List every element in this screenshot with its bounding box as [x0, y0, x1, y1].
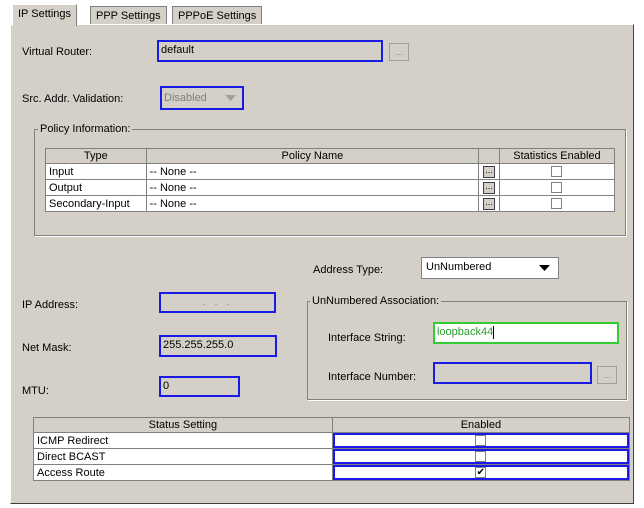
table-row[interactable]: Input -- None -- ...	[45, 163, 616, 180]
tab-ip-settings[interactable]: IP Settings	[12, 4, 77, 26]
net-mask-label: Net Mask:	[22, 342, 72, 354]
table-row[interactable]: Direct BCAST	[33, 448, 631, 465]
direct-bcast-checkbox[interactable]	[475, 451, 487, 462]
policy-browse-button[interactable]: ...	[483, 165, 496, 178]
policy-col-name: Policy Name	[145, 148, 480, 164]
status-setting-name: Direct BCAST	[33, 448, 333, 465]
ip-address-label: IP Address:	[22, 299, 79, 311]
table-row[interactable]: ICMP Redirect	[33, 432, 631, 449]
policy-browse-button[interactable]: ...	[483, 181, 496, 194]
policy-col-stats: Statistics Enabled	[498, 148, 616, 164]
table-row[interactable]: Secondary-Input -- None -- ...	[45, 195, 616, 212]
unnumbered-association-group	[307, 301, 627, 400]
policy-name-cell[interactable]: -- None --	[145, 195, 480, 212]
virtual-router-label: Virtual Router:	[22, 46, 93, 58]
icmp-redirect-checkbox[interactable]	[475, 435, 487, 446]
table-row[interactable]: Output -- None -- ...	[45, 179, 616, 196]
text-cursor	[493, 325, 495, 339]
interface-string-field[interactable]: loopback44	[433, 322, 619, 344]
policy-information-title: Policy Information:	[38, 122, 133, 136]
status-table: Status Setting Enabled ICMP Redirect Dir…	[33, 417, 631, 481]
policy-type-cell: Secondary-Input	[45, 195, 147, 212]
status-col-setting: Status Setting	[33, 417, 333, 433]
address-type-value: UnNumbered	[426, 261, 492, 273]
interface-string-value: loopback44	[437, 326, 494, 338]
policy-table-container: Type Policy Name Statistics Enabled Inpu…	[45, 148, 616, 212]
table-row[interactable]: Access Route ✔	[33, 464, 631, 481]
chevron-down-icon	[225, 95, 236, 101]
address-type-label: Address Type:	[313, 264, 384, 276]
address-type-select[interactable]: UnNumbered	[421, 257, 559, 279]
statistics-enabled-checkbox[interactable]	[551, 198, 563, 210]
policy-name-cell[interactable]: -- None --	[145, 179, 480, 196]
interface-number-label: Interface Number:	[328, 371, 417, 383]
policy-name-cell[interactable]: -- None --	[145, 163, 480, 180]
status-col-enabled: Enabled	[331, 417, 631, 433]
virtual-router-field[interactable]: default	[157, 40, 383, 62]
tab-ppp-settings[interactable]: PPP Settings	[90, 6, 167, 26]
interface-string-label: Interface String:	[328, 332, 406, 344]
policy-table: Type Policy Name Statistics Enabled Inpu…	[45, 148, 616, 212]
mtu-field[interactable]: 0	[159, 376, 240, 397]
statistics-enabled-checkbox[interactable]	[551, 182, 563, 194]
interface-number-browse-button[interactable]: ...	[597, 366, 617, 384]
net-mask-field[interactable]: 255.255.255.0	[159, 335, 277, 357]
status-setting-name: ICMP Redirect	[33, 432, 333, 449]
policy-col-btn	[478, 148, 500, 164]
mtu-label: MTU:	[22, 385, 49, 397]
access-route-checkbox[interactable]: ✔	[475, 467, 487, 478]
status-table-container: Status Setting Enabled ICMP Redirect Dir…	[33, 417, 631, 481]
policy-type-cell: Input	[45, 163, 147, 180]
unnumbered-association-title: UnNumbered Association:	[310, 294, 442, 308]
ip-address-field[interactable]: . . .	[159, 292, 276, 313]
src-addr-validation-label: Src. Addr. Validation:	[22, 93, 124, 105]
src-addr-validation-value: Disabled	[164, 92, 207, 104]
chevron-down-icon	[539, 265, 550, 271]
virtual-router-browse-button[interactable]: ...	[389, 43, 409, 61]
statistics-enabled-checkbox[interactable]	[551, 166, 563, 178]
policy-type-cell: Output	[45, 179, 147, 196]
status-setting-name: Access Route	[33, 464, 333, 481]
tab-pppoe-settings[interactable]: PPPoE Settings	[172, 6, 263, 26]
src-addr-validation-select[interactable]: Disabled	[160, 86, 244, 110]
policy-col-type: Type	[45, 148, 147, 164]
interface-number-field[interactable]	[433, 362, 592, 384]
policy-browse-button[interactable]: ...	[483, 197, 496, 210]
